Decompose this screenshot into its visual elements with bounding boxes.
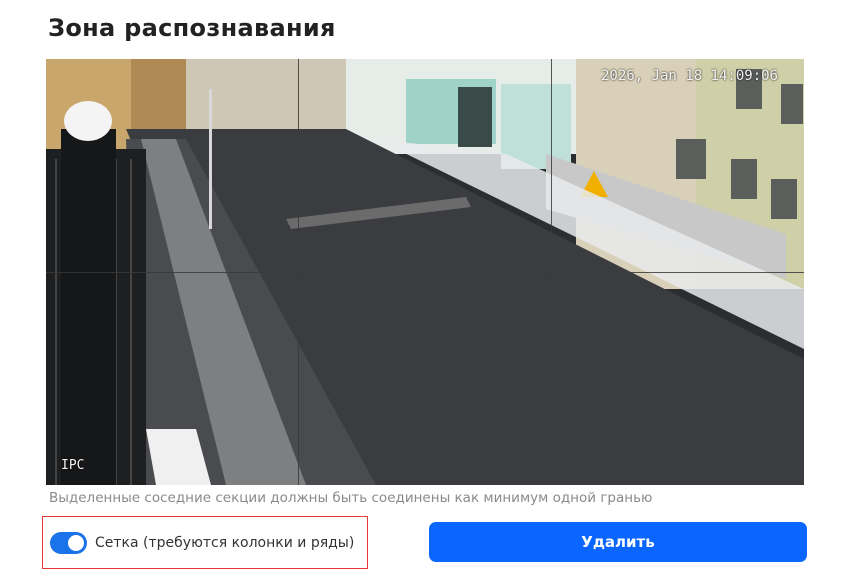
hint-text: Выделенные соседние секции должны быть с…: [49, 490, 653, 506]
delete-button[interactable]: Удалить: [429, 522, 807, 562]
page-title: Зона распознавания: [48, 14, 336, 42]
grid-toggle-label[interactable]: Сетка (требуются колонки и ряды): [95, 535, 354, 551]
toggle-knob: [68, 534, 84, 551]
grid-toggle-switch[interactable]: [50, 531, 87, 554]
camera-label: IPC: [61, 458, 85, 473]
grid-line-horizontal: [46, 272, 804, 273]
camera-timestamp: 2026, Jan 18 14:09:06: [600, 68, 778, 84]
grid-toggle-container: Сетка (требуются колонки и ряды): [42, 516, 368, 569]
camera-view[interactable]: 2026, Jan 18 14:09:06 IPC: [46, 59, 804, 485]
